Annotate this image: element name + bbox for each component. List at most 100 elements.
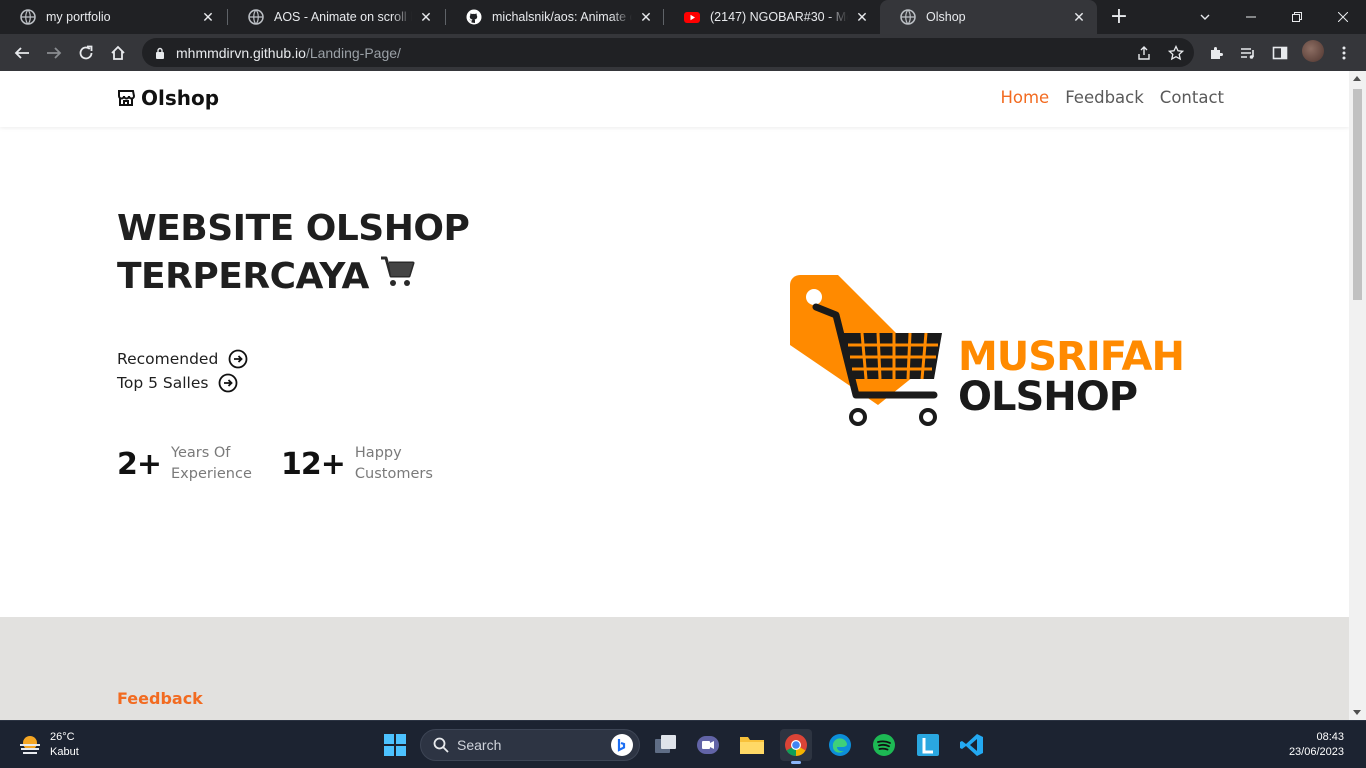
home-icon (111, 45, 125, 60)
close-icon[interactable]: ✕ (200, 9, 216, 25)
scroll-up-arrow[interactable] (1353, 76, 1361, 81)
stat-label: Years Of Experience (171, 445, 252, 482)
vscode-icon (960, 734, 983, 756)
task-view-button[interactable] (650, 729, 682, 761)
vscode-button[interactable] (956, 729, 988, 761)
tab-title: Olshop (926, 10, 966, 24)
forward-button[interactable] (40, 39, 68, 67)
minimize-icon (1246, 16, 1256, 18)
windows-logo-icon (384, 734, 406, 756)
scroll-down-arrow[interactable] (1353, 710, 1361, 715)
hero-stats: 2+ Years Of Experience 12+ Happy Customers (117, 443, 465, 485)
search-placeholder: Search (457, 737, 502, 753)
hero-title: WEBSITE OLSHOP TERPERCAYA (117, 205, 470, 302)
task-view-icon (655, 735, 676, 753)
tab-youtube[interactable]: (2147) NGOBAR#30 - Membuat ✕ (664, 0, 880, 34)
price-tag-cart-icon (790, 275, 942, 426)
bookmark-star-icon[interactable] (1168, 44, 1184, 61)
weather-widget[interactable]: 26°C Kabut (18, 730, 79, 760)
share-icon[interactable] (1136, 45, 1152, 61)
restore-button[interactable] (1274, 0, 1320, 34)
tab-my-portfolio[interactable]: my portfolio ✕ (0, 0, 226, 34)
site-brand[interactable]: Olshop (117, 86, 219, 110)
tab-title: my portfolio (46, 10, 111, 24)
launcher-l-button[interactable] (912, 729, 944, 761)
arrow-circle-right-icon (219, 373, 238, 393)
tab-search-button[interactable] (1182, 0, 1228, 34)
top-sales-link[interactable]: Top 5 Salles (117, 371, 248, 395)
musrifah-olshop-logo: MUSRIFAH OLSHOP (790, 275, 1190, 433)
restore-icon (1292, 12, 1302, 22)
close-icon[interactable]: ✕ (638, 9, 654, 25)
nav-feedback-link[interactable]: Feedback (1065, 88, 1144, 107)
file-explorer-button[interactable] (736, 729, 768, 761)
tab-title: michalsnik/aos: Animate on scroll librar… (492, 10, 632, 24)
fog-weather-icon (20, 736, 40, 754)
extensions-button[interactable] (1202, 39, 1230, 67)
feedback-section: Feedback (0, 617, 1349, 720)
page-scrollbar[interactable] (1349, 71, 1366, 720)
weather-temp: 26°C (50, 731, 75, 743)
browser-toolbar: mhmmdirvn.github.io/Landing-Page/ (0, 34, 1366, 71)
spotify-button[interactable] (868, 729, 900, 761)
taskbar-search[interactable]: Search (420, 729, 640, 761)
chrome-button[interactable] (780, 729, 812, 764)
globe-icon (248, 9, 264, 25)
edge-icon (829, 734, 851, 756)
nav-contact-link[interactable]: Contact (1160, 88, 1224, 107)
kebab-menu-icon (1342, 46, 1346, 60)
recommended-label: Recomended (117, 350, 219, 368)
system-clock[interactable]: 08:43 23/06/2023 (1289, 730, 1344, 760)
reload-icon (79, 45, 93, 60)
hero-title-line1: WEBSITE OLSHOP (117, 208, 470, 249)
search-icon (433, 737, 449, 753)
folder-icon (740, 737, 764, 754)
youtube-icon (684, 12, 700, 23)
stat-experience: 2+ Years Of Experience (117, 443, 257, 485)
bing-icon[interactable] (611, 734, 633, 756)
edge-button[interactable] (824, 729, 856, 761)
hero-links: Recomended Top 5 Salles (117, 347, 248, 395)
tab-aos[interactable]: AOS - Animate on scroll library ✕ (228, 0, 444, 34)
close-icon (1338, 12, 1348, 22)
shopping-cart-icon (379, 254, 417, 302)
top-sales-label: Top 5 Salles (117, 374, 209, 392)
nav-home-link[interactable]: Home (1000, 88, 1049, 107)
media-control-button[interactable] (1234, 39, 1262, 67)
l-app-icon (917, 734, 939, 756)
tab-title: AOS - Animate on scroll library (274, 10, 412, 24)
profile-avatar[interactable] (1302, 40, 1324, 62)
clock-date: 23/06/2023 (1288, 746, 1344, 758)
close-icon[interactable]: ✕ (854, 9, 870, 25)
chrome-icon (785, 734, 807, 756)
url-text: mhmmdirvn.github.io/Landing-Page/ (176, 44, 401, 61)
stat-label: Happy Customers (354, 445, 433, 482)
tab-github-aos[interactable]: michalsnik/aos: Animate on scroll librar… (446, 0, 664, 34)
close-window-button[interactable] (1320, 0, 1366, 34)
tab-olshop[interactable]: Olshop ✕ (880, 0, 1097, 34)
new-tab-button[interactable]: + (1109, 6, 1129, 28)
logo-line1: MUSRIFAH (958, 334, 1185, 380)
teams-chat-button[interactable] (692, 729, 724, 761)
address-bar[interactable]: mhmmdirvn.github.io/Landing-Page/ (142, 38, 1194, 67)
home-button[interactable] (104, 39, 132, 67)
reload-button[interactable] (72, 39, 100, 67)
shop-icon (118, 90, 135, 106)
scrollbar-thumb[interactable] (1353, 89, 1362, 300)
recommended-link[interactable]: Recomended (117, 347, 248, 371)
start-button[interactable] (379, 729, 411, 761)
puzzle-icon (1211, 47, 1223, 59)
active-indicator (791, 761, 801, 764)
globe-icon (900, 9, 916, 25)
browser-tab-strip: my portfolio ✕ AOS - Animate on scroll l… (0, 0, 1366, 34)
globe-icon (20, 9, 36, 25)
arrow-left-icon (14, 47, 29, 59)
lock-icon (156, 47, 164, 59)
weather-desc: Kabut (50, 746, 79, 758)
close-icon[interactable]: ✕ (1071, 9, 1087, 25)
back-button[interactable] (8, 39, 36, 67)
close-icon[interactable]: ✕ (418, 9, 434, 25)
side-panel-button[interactable] (1266, 39, 1294, 67)
browser-menu-button[interactable] (1330, 39, 1358, 67)
minimize-button[interactable] (1228, 0, 1274, 34)
